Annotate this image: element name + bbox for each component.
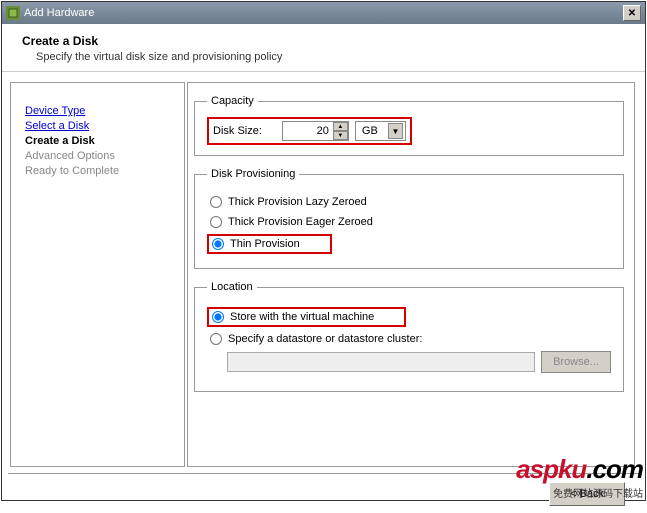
prov-thick-lazy-label: Thick Provision Lazy Zeroed [228,196,367,208]
wizard-header: Create a Disk Specify the virtual disk s… [2,24,645,72]
prov-thick-eager-row[interactable]: Thick Provision Eager Zeroed [207,214,611,230]
step-ready-complete: Ready to Complete [25,165,176,177]
disk-size-unit-select[interactable]: GB ▼ [355,121,406,141]
loc-store-with-vm-radio[interactable] [212,311,224,323]
wizard-steps: Device Type Select a Disk Create a Disk … [10,82,185,467]
app-icon [6,6,20,20]
step-select-disk[interactable]: Select a Disk [25,120,89,132]
loc-specify-datastore-radio[interactable] [210,333,222,345]
prov-thick-lazy-row[interactable]: Thick Provision Lazy Zeroed [207,194,611,210]
prov-thin-label: Thin Provision [230,238,300,250]
spin-up-button[interactable]: ▲ [333,122,348,131]
wizard-body: Device Type Select a Disk Create a Disk … [2,72,645,467]
datastore-path-input [227,352,535,372]
provisioning-legend: Disk Provisioning [207,168,299,180]
titlebar: Add Hardware ✕ [2,2,645,24]
window-frame: Add Hardware ✕ Create a Disk Specify the… [1,1,646,501]
prov-thick-eager-label: Thick Provision Eager Zeroed [228,216,373,228]
location-group: Location Store with the virtual machine … [194,281,624,392]
window-title: Add Hardware [24,7,623,19]
step-create-disk: Create a Disk [25,135,176,147]
prov-thin-radio[interactable] [212,238,224,250]
loc-specify-datastore-label: Specify a datastore or datastore cluster… [228,333,422,345]
prov-thick-eager-radio[interactable] [210,216,222,228]
capacity-group: Capacity Disk Size: ▲ ▼ GB ▼ [194,95,624,156]
capacity-highlight: Disk Size: ▲ ▼ GB ▼ [207,117,412,145]
chevron-down-icon[interactable]: ▼ [388,123,403,139]
close-button[interactable]: ✕ [623,5,641,21]
disk-size-spinner[interactable]: ▲ ▼ [282,121,349,141]
datastore-path-row: Browse... [227,351,611,373]
loc-store-with-vm-label: Store with the virtual machine [230,311,374,323]
disk-size-input[interactable] [283,123,333,139]
page-title: Create a Disk [22,34,625,48]
browse-button: Browse... [541,351,611,373]
provisioning-group: Disk Provisioning Thick Provision Lazy Z… [194,168,624,269]
disk-size-unit-value: GB [358,125,388,137]
loc-store-with-vm-highlight[interactable]: Store with the virtual machine [207,307,406,327]
disk-size-label: Disk Size: [213,125,262,137]
settings-pane: Capacity Disk Size: ▲ ▼ GB ▼ [187,82,635,467]
spin-down-button[interactable]: ▼ [333,131,348,140]
loc-specify-datastore-row[interactable]: Specify a datastore or datastore cluster… [207,331,611,347]
capacity-legend: Capacity [207,95,258,107]
prov-thick-lazy-radio[interactable] [210,196,222,208]
step-device-type[interactable]: Device Type [25,105,85,117]
location-legend: Location [207,281,257,293]
prov-thin-highlight[interactable]: Thin Provision [207,234,332,254]
wizard-footer: < Back [8,473,639,513]
step-advanced-options: Advanced Options [25,150,176,162]
page-subtitle: Specify the virtual disk size and provis… [36,51,625,63]
